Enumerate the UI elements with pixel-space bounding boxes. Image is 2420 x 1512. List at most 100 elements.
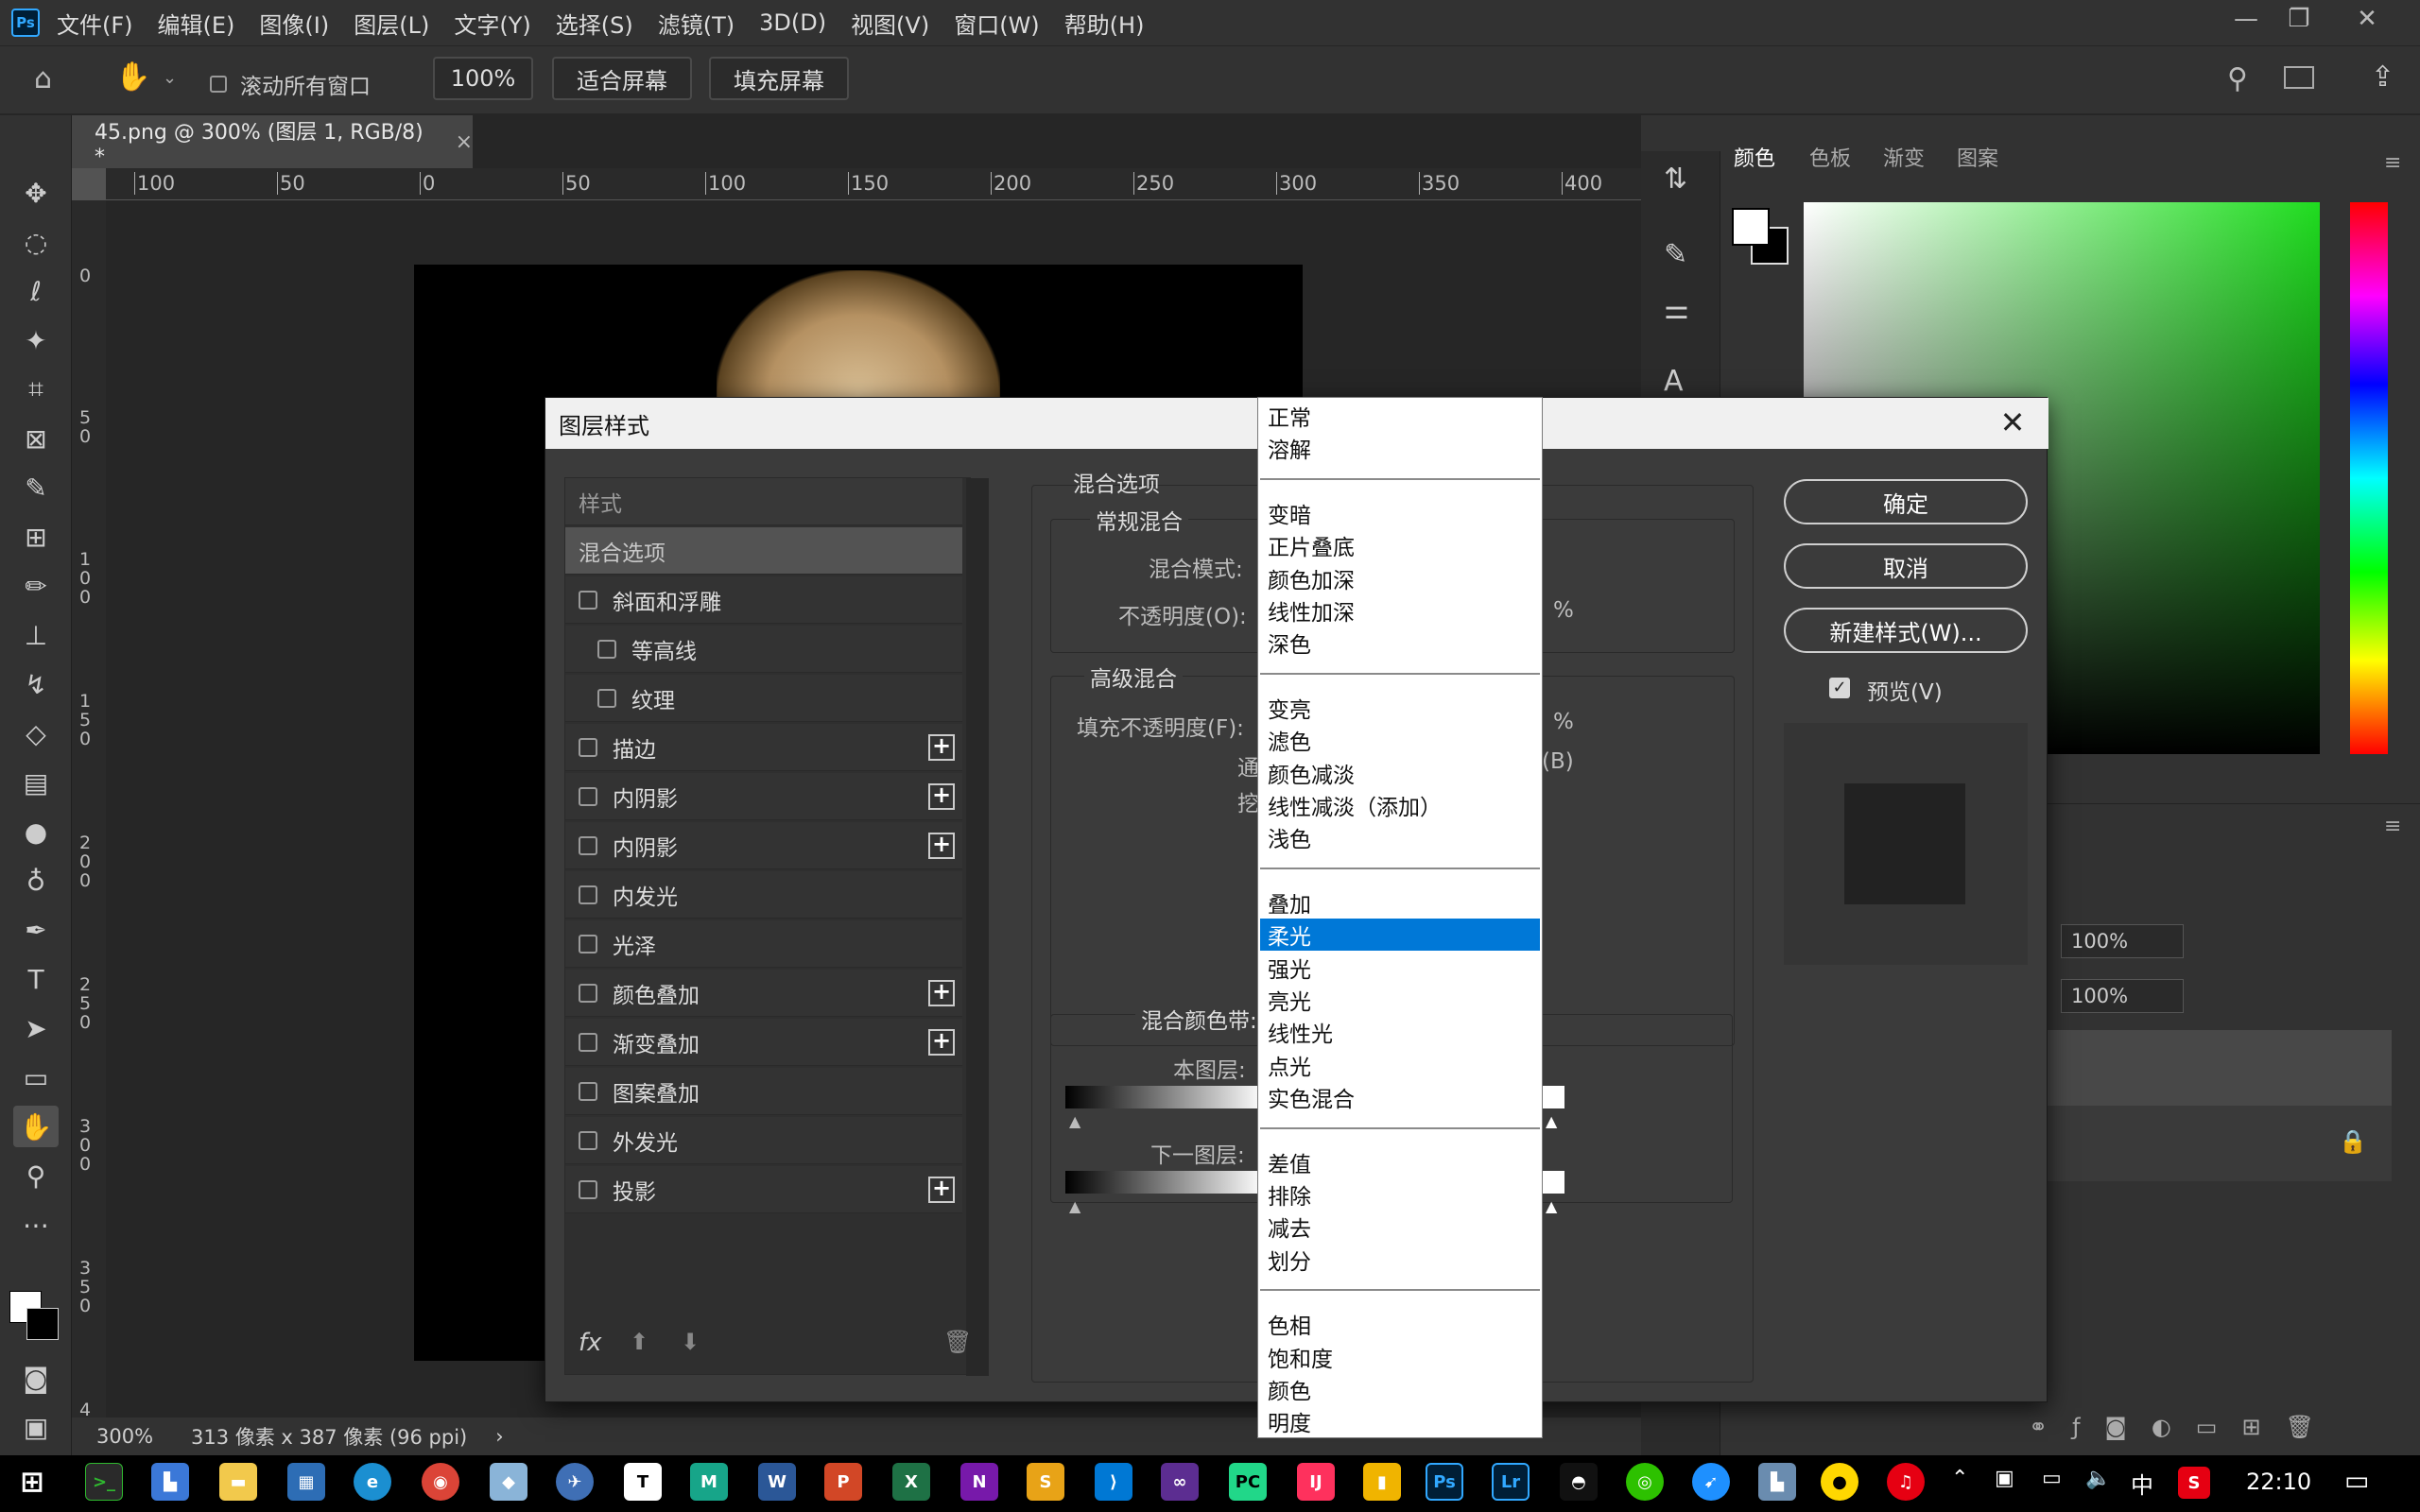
add-style-icon[interactable]: +: [928, 782, 955, 810]
blend-mode-option[interactable]: 溶解: [1260, 432, 1540, 464]
quick-mask-icon[interactable]: ◙: [13, 1357, 59, 1399]
style-item[interactable]: 图案叠加: [565, 1068, 962, 1115]
tray-chevron-icon[interactable]: ⌃: [1951, 1467, 1968, 1490]
style-item[interactable]: 描边 +: [565, 724, 962, 771]
style-checkbox[interactable]: [579, 590, 597, 610]
close-tab-icon[interactable]: ×: [456, 130, 473, 154]
gradient-tool-icon[interactable]: ▤: [13, 762, 59, 803]
preview-checkbox[interactable]: ✓: [1829, 678, 1850, 698]
under-layer-gradient[interactable]: [1065, 1171, 1264, 1194]
close-icon[interactable]: ✕: [1994, 404, 2031, 441]
under-layer-white-slider-icon[interactable]: ▲: [1546, 1197, 1557, 1215]
style-item[interactable]: 光泽: [565, 920, 962, 968]
blend-options-item[interactable]: 混合选项: [565, 527, 962, 575]
intellij-icon[interactable]: IJ: [1297, 1463, 1335, 1501]
hand-tool-active-icon[interactable]: ✋: [13, 1106, 59, 1147]
marquee-tool-icon[interactable]: ◌: [13, 221, 59, 263]
blend-mode-option[interactable]: 变暗: [1260, 497, 1540, 529]
blend-mode-option[interactable]: 排除: [1260, 1178, 1540, 1211]
path-selection-icon[interactable]: ➤: [13, 1007, 59, 1049]
blend-mode-option[interactable]: 明度: [1260, 1405, 1540, 1437]
under-layer-black-slider-icon[interactable]: ▲: [1069, 1197, 1080, 1215]
blend-mode-option[interactable]: 线性加深: [1260, 594, 1540, 627]
menu-3d[interactable]: 3D(D): [759, 9, 826, 36]
menu-type[interactable]: 文字(Y): [454, 7, 530, 40]
style-item[interactable]: 外发光: [565, 1117, 962, 1164]
stamp-tool-icon[interactable]: ⊥: [13, 614, 59, 656]
blend-mode-option[interactable]: 实色混合: [1260, 1081, 1540, 1113]
add-style-icon[interactable]: +: [928, 979, 955, 1006]
style-checkbox[interactable]: [579, 885, 597, 904]
tray-app-icon[interactable]: ▣: [1995, 1467, 2014, 1490]
add-style-icon[interactable]: +: [928, 1176, 955, 1203]
frame-tool-icon[interactable]: ⊠: [13, 418, 59, 459]
app-icon-7[interactable]: ●: [1821, 1463, 1858, 1501]
network-icon[interactable]: ▭: [2042, 1467, 2062, 1490]
healing-brush-icon[interactable]: ⊞: [13, 516, 59, 558]
pen-tool-icon[interactable]: ✒: [13, 909, 59, 951]
panel-menu-icon[interactable]: ≡: [2384, 151, 2401, 175]
zoom-field[interactable]: 100%: [433, 57, 533, 100]
style-checkbox[interactable]: [579, 786, 597, 806]
style-item[interactable]: 纹理: [565, 675, 962, 722]
move-tool-icon[interactable]: ✥: [13, 172, 59, 214]
add-style-icon[interactable]: +: [928, 733, 955, 761]
visual-studio-icon[interactable]: ∞: [1161, 1463, 1199, 1501]
crop-tool-icon[interactable]: ⌗: [13, 369, 59, 410]
blend-mode-option[interactable]: 柔光: [1260, 919, 1540, 952]
hue-slider[interactable]: [2350, 202, 2388, 754]
checkbox-icon[interactable]: [210, 76, 227, 93]
type-tool-icon[interactable]: T: [13, 958, 59, 1000]
blend-mode-option[interactable]: 颜色加深: [1260, 562, 1540, 594]
blend-mode-option[interactable]: 颜色: [1260, 1373, 1540, 1405]
mindmaster-icon[interactable]: M: [690, 1463, 728, 1501]
new-style-button[interactable]: 新建样式(W)...: [1784, 608, 2028, 653]
style-item[interactable]: 斜面和浮雕: [565, 576, 962, 624]
blend-mode-option[interactable]: 叠加: [1260, 886, 1540, 919]
blend-mode-option[interactable]: 浅色: [1260, 821, 1540, 853]
styles-header[interactable]: 样式: [565, 478, 962, 525]
sogou-ime-icon[interactable]: S: [2178, 1467, 2210, 1499]
style-item[interactable]: 内阴影 +: [565, 822, 962, 869]
add-style-icon[interactable]: +: [928, 832, 955, 859]
style-item[interactable]: 内阴影 +: [565, 773, 962, 820]
lightroom-taskbar-icon[interactable]: Lr: [1492, 1463, 1530, 1501]
blend-mode-option[interactable]: 点光: [1260, 1049, 1540, 1081]
dodge-tool-icon[interactable]: ♁: [13, 860, 59, 902]
menu-view[interactable]: 视图(V): [851, 7, 929, 40]
style-item[interactable]: 渐变叠加 +: [565, 1019, 962, 1066]
chevron-down-icon[interactable]: ⌄: [163, 68, 177, 88]
close-window-icon[interactable]: ✕: [2341, 0, 2394, 38]
app-icon-6[interactable]: ▙: [1758, 1463, 1796, 1501]
blend-mode-option[interactable]: 线性减淡（添加）: [1260, 789, 1540, 821]
menu-image[interactable]: 图像(I): [259, 7, 329, 40]
rectangle-tool-icon[interactable]: ▭: [13, 1057, 59, 1098]
style-checkbox[interactable]: [579, 835, 597, 855]
photoshop-taskbar-icon[interactable]: Ps: [1426, 1463, 1463, 1501]
blend-mode-option[interactable]: 深色: [1260, 627, 1540, 659]
menu-edit[interactable]: 编辑(E): [158, 7, 235, 40]
app-icon-3[interactable]: ✈: [556, 1463, 594, 1501]
home-icon[interactable]: ⌂: [34, 62, 52, 95]
tab-swatches[interactable]: 色板: [1809, 142, 1851, 172]
zoom-tool-icon[interactable]: ⚲: [13, 1155, 59, 1196]
history-brush-icon[interactable]: ↯: [13, 663, 59, 705]
character-panel-icon[interactable]: A: [1664, 365, 1684, 398]
fill-screen-button[interactable]: 填充屏幕: [709, 57, 849, 100]
style-checkbox[interactable]: [579, 1032, 597, 1052]
ime-indicator[interactable]: 中: [2131, 1467, 2153, 1500]
excel-icon[interactable]: X: [892, 1463, 930, 1501]
app-icon[interactable]: ▙: [151, 1463, 189, 1501]
delete-icon[interactable]: 🗑: [943, 1329, 972, 1355]
style-item[interactable]: 等高线: [565, 626, 962, 673]
calculator-icon[interactable]: ▦: [287, 1463, 325, 1501]
volume-icon[interactable]: 🔈: [2085, 1467, 2111, 1490]
sublime-icon[interactable]: S: [1027, 1463, 1064, 1501]
file-explorer-icon[interactable]: ▬: [219, 1463, 257, 1501]
restore-icon[interactable]: ❐: [2273, 0, 2325, 38]
edge-icon[interactable]: e: [354, 1463, 391, 1501]
share-icon[interactable]: ⇪: [2371, 60, 2394, 94]
typora-icon[interactable]: T: [624, 1463, 662, 1501]
wechat-icon[interactable]: ◎: [1626, 1463, 1664, 1501]
adjustments-icon[interactable]: ⚌: [1664, 293, 1689, 326]
